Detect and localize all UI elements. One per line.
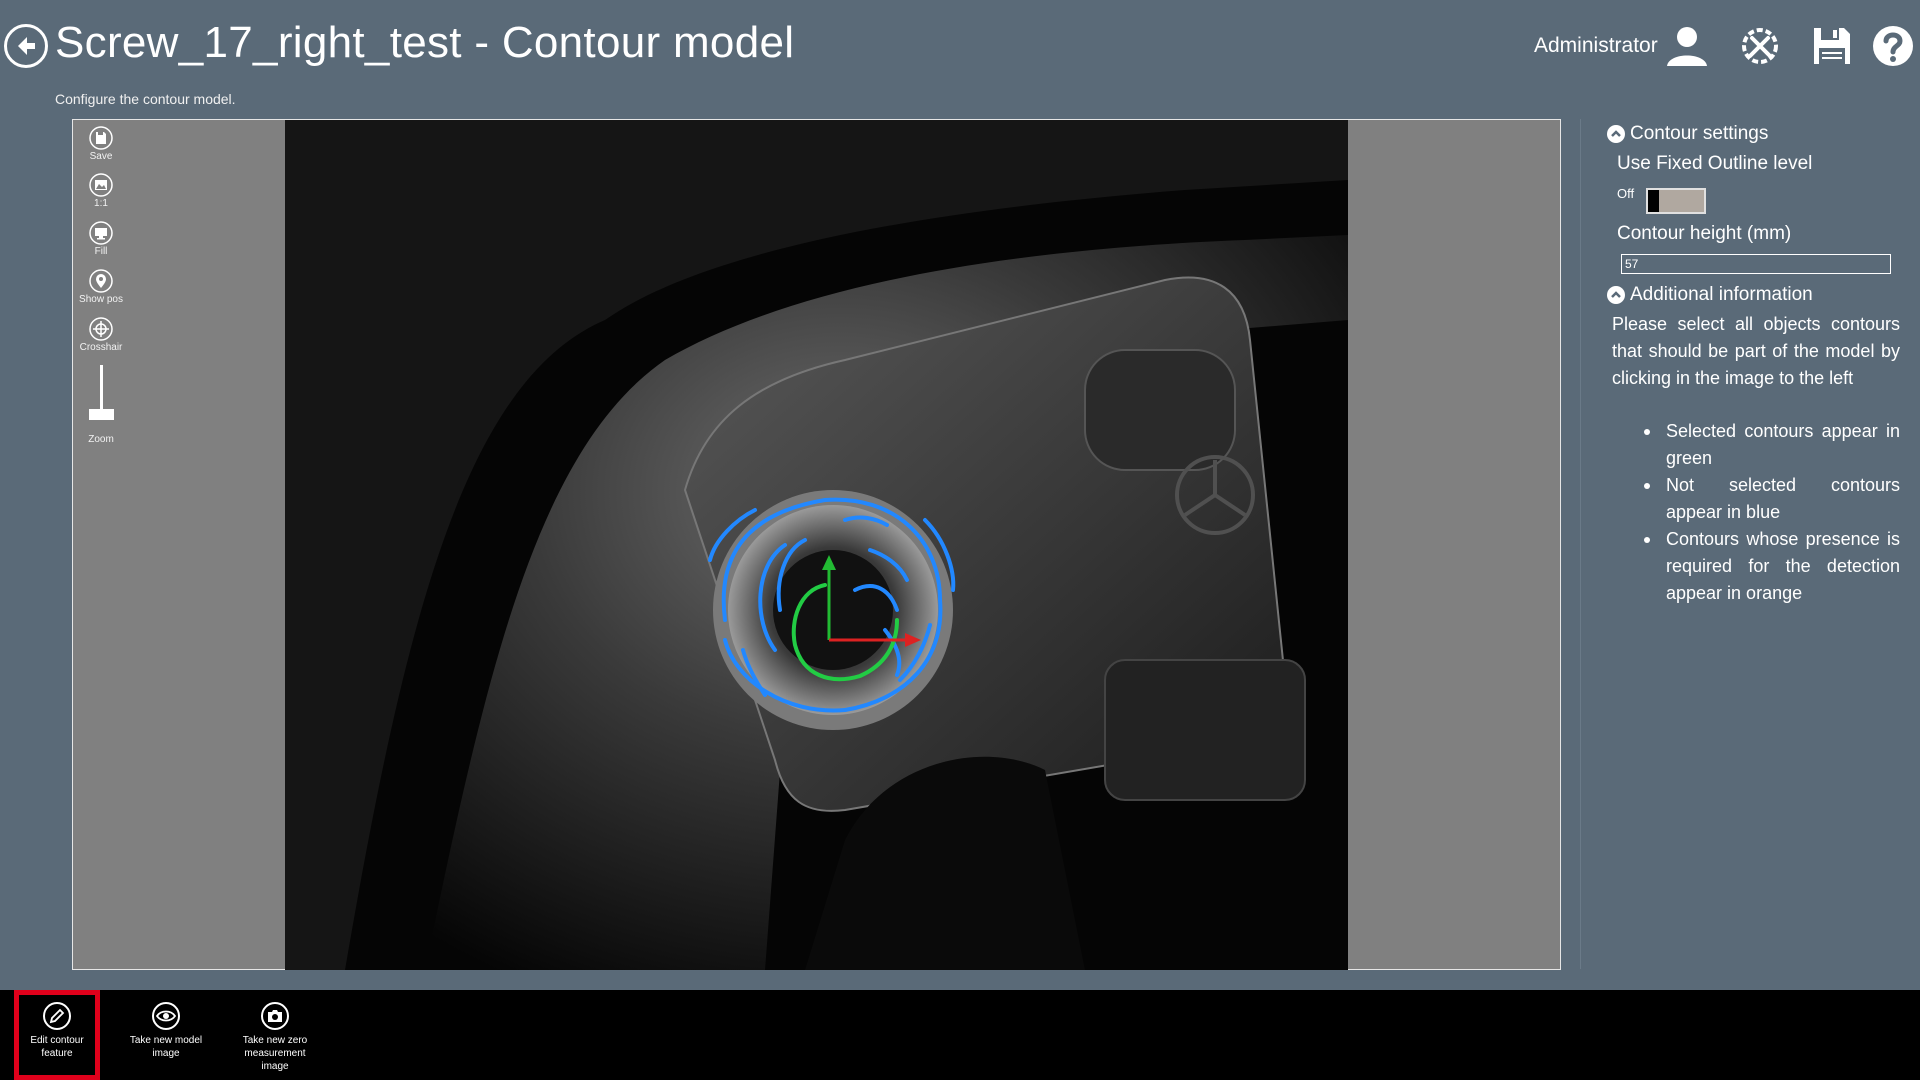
zoom-thumb[interactable] <box>88 409 114 420</box>
save-icon <box>89 126 113 150</box>
crosshair-label: Crosshair <box>79 342 123 353</box>
viewer-fill-button[interactable]: Fill <box>73 221 129 257</box>
contour-settings-header[interactable]: Contour settings <box>1607 123 1768 145</box>
take-zero-label: Take new zero measurement image <box>242 1035 308 1072</box>
chevron-up-icon <box>1607 286 1625 304</box>
contour-settings-title: Contour settings <box>1630 123 1769 144</box>
viewer-show-pos-button[interactable]: Show pos <box>73 269 129 305</box>
chevron-up-icon <box>1607 125 1625 143</box>
take-new-model-image-button[interactable]: Take new model image <box>125 990 207 1080</box>
image-icon <box>89 173 113 197</box>
camera-image[interactable] <box>285 120 1348 970</box>
edit-contour-label: Edit contour feature <box>30 1035 84 1059</box>
zoom-slider[interactable]: Zoom <box>73 365 129 455</box>
user-name: Administrator <box>1534 34 1658 57</box>
save-label: Save <box>89 151 113 162</box>
camera-icon <box>261 1002 289 1030</box>
help-button[interactable] <box>1869 22 1917 70</box>
info-text: Please select all objects contours that … <box>1612 314 1900 388</box>
viewer-save-button[interactable]: Save <box>73 126 129 162</box>
image-viewer: Save 1:1 Fill Show pos Crosshair Zoom <box>72 119 1561 970</box>
eye-icon <box>152 1002 180 1030</box>
contour-height-input[interactable] <box>1621 254 1891 274</box>
zoom-track[interactable] <box>88 365 114 420</box>
toggle-knob <box>1648 190 1659 212</box>
fixed-outline-toggle[interactable] <box>1646 188 1706 214</box>
take-new-zero-image-button[interactable]: Take new zero measurement image <box>234 990 316 1080</box>
pencil-icon <box>43 1002 71 1030</box>
show-pos-label: Show pos <box>79 294 123 305</box>
additional-info-title: Additional information <box>1630 284 1813 305</box>
save-button[interactable] <box>1808 22 1856 70</box>
take-model-label: Take new model image <box>129 1035 203 1059</box>
map-pin-icon <box>89 269 113 293</box>
contour-height-label: Contour height (mm) <box>1617 223 1792 244</box>
crosshair-icon <box>89 317 113 341</box>
page-title: Screw_17_right_test - Contour model <box>55 18 795 67</box>
arrow-left-icon <box>18 37 35 55</box>
monitor-icon <box>89 221 113 245</box>
user-icon <box>1667 27 1707 66</box>
viewer-crosshair-button[interactable]: Crosshair <box>73 317 129 353</box>
fill-label: Fill <box>94 246 108 257</box>
page-subtitle: Configure the contour model. <box>55 91 236 107</box>
settings-panel: Contour settings Use Fixed Outline level… <box>1580 119 1910 969</box>
back-button[interactable] <box>4 24 48 68</box>
list-item: Contours whose presence is required for … <box>1638 526 1900 607</box>
help-icon <box>1873 26 1913 66</box>
settings-tools-button[interactable] <box>1736 22 1784 70</box>
list-item: Selected contours appear in green <box>1638 418 1900 472</box>
fixed-outline-label: Use Fixed Outline level <box>1617 153 1813 174</box>
toggle-state-label: Off <box>1617 186 1635 201</box>
additional-info-header[interactable]: Additional information <box>1607 284 1813 306</box>
edit-contour-feature-button[interactable]: Edit contour feature <box>14 990 100 1080</box>
info-list: Selected contours appear in green Not se… <box>1638 418 1900 607</box>
user-button[interactable] <box>1663 22 1711 70</box>
viewer-one-to-one-button[interactable]: 1:1 <box>73 173 129 209</box>
tools-icon <box>1742 28 1778 64</box>
zoom-label: Zoom <box>88 434 114 445</box>
list-item: Not selected contours appear in blue <box>1638 472 1900 526</box>
one-to-one-label: 1:1 <box>94 198 108 209</box>
floppy-disk-icon <box>1814 28 1850 64</box>
bottom-action-bar: Edit contour feature Take new model imag… <box>0 990 1920 1080</box>
camera-image-canvas[interactable] <box>285 120 1348 970</box>
